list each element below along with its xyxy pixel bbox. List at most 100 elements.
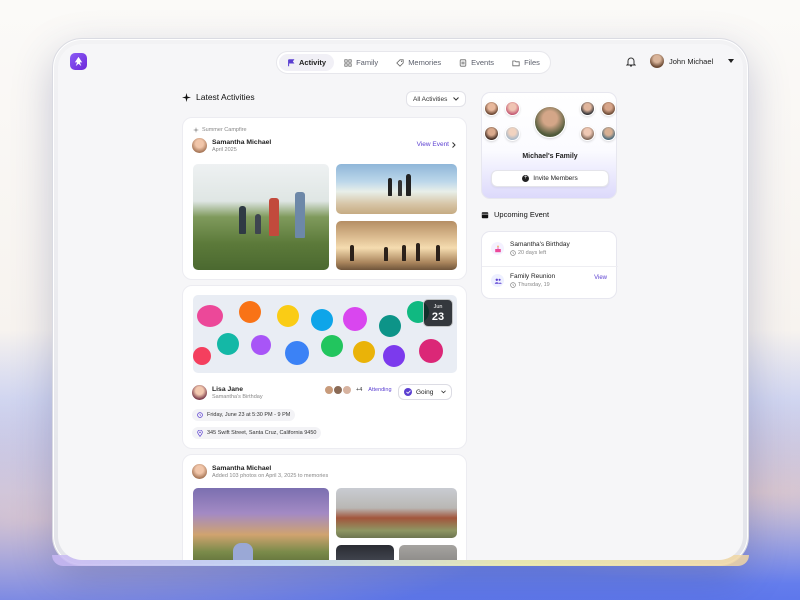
user-name: John Michael <box>669 56 714 66</box>
invite-members-label: Invite Members <box>533 175 578 182</box>
calendar-icon <box>481 211 489 218</box>
folder-icon <box>512 60 520 66</box>
feed-title: Latest Activities <box>196 92 255 102</box>
member-avatar[interactable] <box>580 101 595 116</box>
cake-icon <box>491 242 504 255</box>
feed-header: Latest Activities <box>182 92 255 102</box>
member-avatar[interactable] <box>484 101 499 116</box>
post-date: April 2025 <box>212 146 237 153</box>
people-icon <box>491 274 504 287</box>
tab-family[interactable]: Family <box>336 54 386 71</box>
upcoming-title: Upcoming Event <box>494 210 550 219</box>
rsvp-value: Going <box>416 388 434 396</box>
member-avatar[interactable] <box>505 101 520 116</box>
event-meta-text: Thursday, 19 <box>518 282 550 288</box>
photo-family-field[interactable] <box>193 164 329 270</box>
photo-balloons[interactable]: Jun 23 <box>193 295 457 373</box>
attending-label: Attending <box>368 387 392 393</box>
photo-mountain-view[interactable] <box>193 488 329 560</box>
sparkle-icon <box>182 92 191 102</box>
app-logo-icon[interactable] <box>70 53 87 70</box>
filter-value: All Activities <box>413 95 448 103</box>
event-meta-text: 20 days left <box>518 250 547 256</box>
tab-label: Family <box>356 58 379 67</box>
upcoming-events-list: Samantha's Birthday 20 days left Family … <box>481 231 618 299</box>
photo-beach-sunset[interactable] <box>336 221 457 270</box>
photo-red-rocks[interactable] <box>336 488 457 538</box>
flag-icon <box>288 58 295 66</box>
post-author: Samantha Michael Added 103 photos on Apr… <box>192 464 328 479</box>
author-name: Samantha Michael <box>212 138 272 146</box>
event-item-birthday[interactable]: Samantha's Birthday 20 days left <box>491 241 570 256</box>
chevron-down-icon <box>441 390 446 394</box>
post-author: Samantha Michael April 2025 <box>192 138 271 153</box>
check-icon <box>404 388 412 396</box>
activity-filter-select[interactable]: All Activities <box>406 91 466 107</box>
event-location: 345 Swift Street, Santa Cruz, California… <box>192 427 322 439</box>
tab-label: Memories <box>408 58 442 67</box>
chevron-right-icon <box>452 141 456 148</box>
post-author: Lisa Jane Samantha's Birthday <box>192 385 263 400</box>
avatar <box>192 385 207 400</box>
member-avatar[interactable] <box>601 126 616 141</box>
post-subtitle: Added 103 photos on April 3, 2025 to mem… <box>212 472 329 479</box>
user-menu[interactable]: John Michael <box>650 54 735 68</box>
divider <box>482 266 618 267</box>
post-context: Summer Campfire <box>193 127 247 133</box>
tab-activity[interactable]: Activity <box>279 54 335 71</box>
tab-label: Activity <box>299 58 327 67</box>
event-name: Family Reunion <box>510 273 556 280</box>
list-icon <box>459 58 467 67</box>
author-name: Samantha Michael <box>212 464 272 472</box>
upcoming-header: Upcoming Event <box>481 210 549 219</box>
event-meta: 20 days left <box>510 250 570 256</box>
top-nav: Activity Family Memories Events Files <box>276 51 551 74</box>
family-name: Michael's Family <box>522 153 578 160</box>
tab-memories[interactable]: Memories <box>388 54 449 71</box>
activity-card-campfire: Summer Campfire Samantha Michael April 2… <box>182 117 467 280</box>
event-location-text: 345 Swift Street, Santa Cruz, California… <box>207 430 317 436</box>
author-name: Lisa Jane <box>212 385 243 393</box>
clock-icon <box>510 250 516 256</box>
tab-files[interactable]: Files <box>504 54 548 71</box>
plus-icon: + <box>522 175 530 182</box>
event-time-text: Friday, June 23 at 5:30 PM - 9 PM <box>207 412 291 418</box>
user-avatar <box>650 54 664 68</box>
event-date-badge: Jun 23 <box>423 299 453 327</box>
attendees[interactable]: +4 Attending <box>324 385 392 395</box>
view-event-link[interactable]: View Event <box>417 141 456 148</box>
location-pin-icon <box>197 429 203 437</box>
view-event-link[interactable]: View <box>594 275 607 281</box>
clock-icon <box>510 282 516 288</box>
grid-icon <box>344 58 352 67</box>
photo-thumbnail[interactable] <box>336 545 394 560</box>
photo-thumbnail[interactable] <box>399 545 457 560</box>
activity-card-memories: Samantha Michael Added 103 photos on Apr… <box>182 454 467 560</box>
tab-events[interactable]: Events <box>451 54 502 71</box>
photo-beach-walk[interactable] <box>336 164 457 214</box>
tag-icon <box>396 58 404 67</box>
family-owner-avatar[interactable] <box>534 106 566 138</box>
event-time: Friday, June 23 at 5:30 PM - 9 PM <box>192 409 296 421</box>
post-context-label: Summer Campfire <box>202 127 247 133</box>
tab-label: Events <box>471 58 495 67</box>
event-month: Jun <box>433 304 443 310</box>
event-name: Samantha's Birthday <box>510 241 570 248</box>
member-avatar[interactable] <box>601 101 616 116</box>
avatar <box>192 464 207 479</box>
app-screen: Activity Family Memories Events Files Jo… <box>58 44 743 560</box>
avatar <box>192 138 207 153</box>
rsvp-select[interactable]: Going <box>398 384 452 400</box>
activity-card-birthday: Jun 23 Lisa Jane Samantha's Birthday +4 … <box>182 285 467 449</box>
bell-icon[interactable] <box>626 56 636 67</box>
event-day: 23 <box>431 311 445 323</box>
view-event-label: View Event <box>416 141 449 148</box>
member-avatar[interactable] <box>580 126 595 141</box>
invite-members-button[interactable]: + Invite Members <box>491 170 609 187</box>
member-avatar[interactable] <box>484 126 499 141</box>
tab-label: Files <box>524 58 540 67</box>
member-avatar[interactable] <box>505 126 520 141</box>
post-subtitle: Samantha's Birthday <box>212 393 263 400</box>
clock-icon <box>197 412 203 418</box>
event-item-reunion[interactable]: Family Reunion Thursday, 19 <box>491 273 555 288</box>
